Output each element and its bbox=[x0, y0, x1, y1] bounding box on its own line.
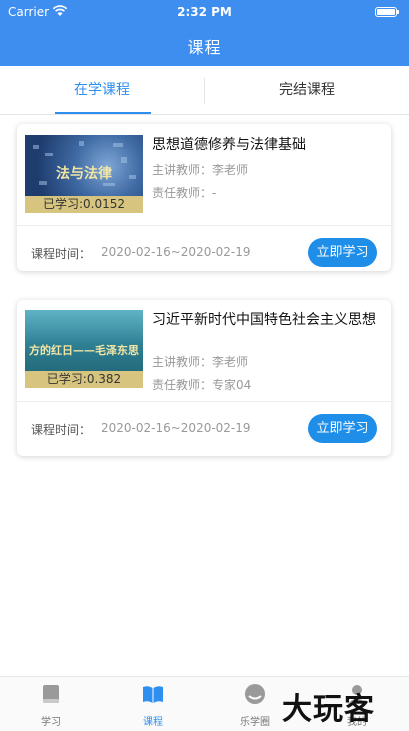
battery-icon bbox=[375, 7, 399, 17]
course-card[interactable]: 法与法律 已学习:0.0152 思想道德修养与法律基础 主讲教师：李老师 责任教… bbox=[17, 124, 391, 271]
circle-icon bbox=[245, 684, 265, 704]
progress-badge: 已学习:0.382 bbox=[25, 371, 143, 388]
bottom-tab-course[interactable]: 课程 bbox=[102, 677, 204, 731]
card-divider bbox=[17, 225, 391, 226]
course-time-value: 2020-02-16~2020-02-19 bbox=[101, 421, 251, 435]
thumbnail-title: 法与法律 bbox=[56, 166, 112, 182]
watermark-logo: 大玩客 bbox=[282, 692, 375, 727]
responsible-teacher-label: 责任教师：- bbox=[152, 186, 217, 200]
course-title[interactable]: 习近平新时代中国特色社会主义思想 bbox=[152, 311, 377, 329]
active-tab-indicator bbox=[55, 112, 151, 114]
tab-completed[interactable]: 完结课程 bbox=[205, 66, 409, 114]
tab-in-progress[interactable]: 在学课程 bbox=[0, 66, 204, 114]
bottom-tab-label: 课程 bbox=[143, 717, 163, 728]
start-study-button[interactable]: 立即学习 bbox=[308, 414, 377, 443]
lecturer-label: 主讲教师：李老师 bbox=[152, 163, 249, 177]
course-tabs: 在学课程 完结课程 bbox=[0, 66, 409, 115]
status-bar: Carrier 2:32 PM bbox=[0, 0, 409, 24]
course-time-label: 课程时间： bbox=[31, 423, 92, 437]
course-thumbnail[interactable]: 法与法律 已学习:0.0152 bbox=[25, 135, 143, 213]
open-book-icon bbox=[143, 686, 163, 703]
book-icon bbox=[43, 685, 59, 703]
progress-badge: 已学习:0.0152 bbox=[25, 196, 143, 213]
course-time-value: 2020-02-16~2020-02-19 bbox=[101, 245, 251, 259]
app-header: Carrier 2:32 PM 课程 bbox=[0, 0, 409, 66]
page-title: 课程 bbox=[187, 38, 222, 57]
bottom-tab-study[interactable]: 学习 bbox=[0, 677, 102, 731]
course-title[interactable]: 思想道德修养与法律基础 bbox=[152, 136, 377, 154]
responsible-teacher-label: 责任教师：专家04 bbox=[152, 378, 252, 392]
bottom-tab-label: 学习 bbox=[41, 717, 61, 728]
course-time-label: 课程时间： bbox=[31, 247, 92, 261]
start-study-button[interactable]: 立即学习 bbox=[308, 238, 377, 267]
thumbnail-title: 方的红日——毛泽东思 bbox=[29, 344, 139, 357]
course-card[interactable]: 方的红日——毛泽东思 已学习:0.382 习近平新时代中国特色社会主义思想 主讲… bbox=[17, 300, 391, 456]
card-divider bbox=[17, 401, 391, 402]
course-thumbnail[interactable]: 方的红日——毛泽东思 已学习:0.382 bbox=[25, 310, 143, 388]
lecturer-label: 主讲教师：李老师 bbox=[152, 355, 249, 369]
status-time: 2:32 PM bbox=[177, 5, 232, 19]
